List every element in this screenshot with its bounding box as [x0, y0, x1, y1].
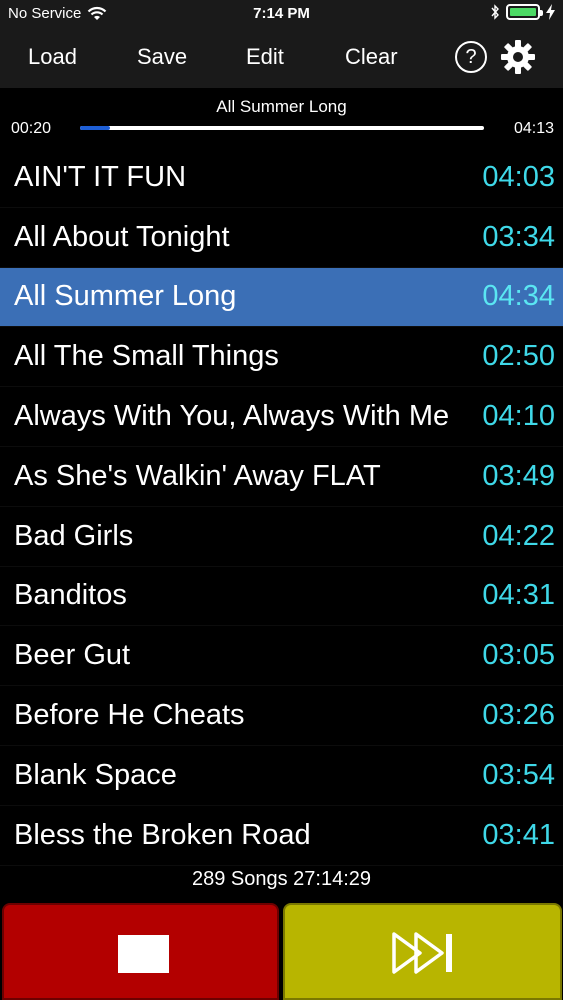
song-duration: 03:05: [482, 639, 555, 672]
song-title: Beer Gut: [14, 639, 131, 672]
status-time: 7:14 PM: [253, 5, 310, 22]
now-playing-title: All Summer Long: [216, 97, 347, 116]
song-row[interactable]: Always With You, Always With Me 04:10: [0, 387, 563, 447]
elapsed-time: 00:20: [11, 120, 52, 137]
song-row[interactable]: Bad Girls 04:22: [0, 507, 563, 567]
status-right: [490, 4, 555, 20]
load-button[interactable]: Load: [28, 44, 77, 70]
song-title: Banditos: [14, 579, 127, 612]
song-duration: 03:41: [482, 818, 555, 851]
song-row[interactable]: All Summer Long 04:34: [0, 267, 563, 328]
song-title: All Summer Long: [14, 280, 237, 313]
song-row[interactable]: Blank Space 03:54: [0, 746, 563, 806]
next-button[interactable]: [283, 903, 562, 1000]
help-icon: ?: [465, 46, 477, 68]
toolbar: Load Save Edit Clear ?: [0, 28, 563, 88]
song-row[interactable]: Beer Gut 03:05: [0, 626, 563, 687]
bluetooth-icon: [491, 4, 499, 20]
skip-forward-icon: [392, 932, 452, 974]
song-title: Bad Girls: [14, 519, 134, 552]
song-row[interactable]: Banditos 04:31: [0, 567, 563, 627]
song-summary: 289 Songs 27:14:29: [191, 868, 372, 890]
song-duration: 04:34: [482, 280, 555, 313]
song-row[interactable]: All The Small Things 02:50: [0, 327, 563, 388]
song-title: As She's Walkin' Away FLAT: [14, 459, 381, 492]
status-bar: No Service 7:14 PM: [0, 0, 563, 28]
song-title: Blank Space: [14, 758, 177, 791]
song-title: All About Tonight: [14, 220, 230, 253]
song-duration: 04:22: [482, 519, 555, 552]
song-duration: 04:31: [482, 579, 555, 612]
gear-icon[interactable]: [500, 39, 536, 75]
song-list[interactable]: AIN'T IT FUN 04:03 All About Tonight 03:34 A…: [0, 148, 563, 866]
song-title: Always With You, Always With Me: [14, 400, 450, 433]
stop-button[interactable]: [2, 903, 279, 1000]
progress-slider[interactable]: [80, 126, 484, 130]
charging-bolt-icon: [546, 4, 555, 20]
song-duration: 03:54: [482, 758, 555, 791]
song-row[interactable]: All About Tonight 03:34: [0, 208, 563, 268]
now-playing: All Summer Long 00:20 04:13: [0, 88, 563, 148]
song-row[interactable]: Bless the Broken Road 03:41: [0, 806, 563, 866]
song-duration: 03:49: [482, 459, 555, 492]
song-duration: 03:34: [482, 220, 555, 253]
total-time: 04:13: [513, 120, 554, 137]
song-title: Bless the Broken Road: [14, 818, 311, 851]
edit-button[interactable]: Edit: [246, 44, 284, 70]
stop-icon: [118, 935, 169, 973]
song-title: AIN'T IT FUN: [14, 160, 187, 193]
clear-button[interactable]: Clear: [345, 44, 398, 70]
song-row[interactable]: AIN'T IT FUN 04:03: [0, 148, 563, 208]
song-duration: 04:10: [482, 400, 555, 433]
battery-icon: [506, 4, 543, 20]
help-button[interactable]: ?: [455, 41, 487, 73]
song-duration: 04:03: [482, 160, 555, 193]
song-row[interactable]: Before He Cheats 03:26: [0, 686, 563, 746]
progress-fill: [80, 126, 110, 130]
song-row[interactable]: As She's Walkin' Away FLAT 03:49: [0, 447, 563, 507]
song-duration: 03:26: [482, 699, 555, 732]
save-button[interactable]: Save: [137, 44, 187, 70]
song-title: All The Small Things: [14, 340, 279, 373]
song-title: Before He Cheats: [14, 699, 245, 732]
song-duration: 02:50: [482, 340, 555, 373]
